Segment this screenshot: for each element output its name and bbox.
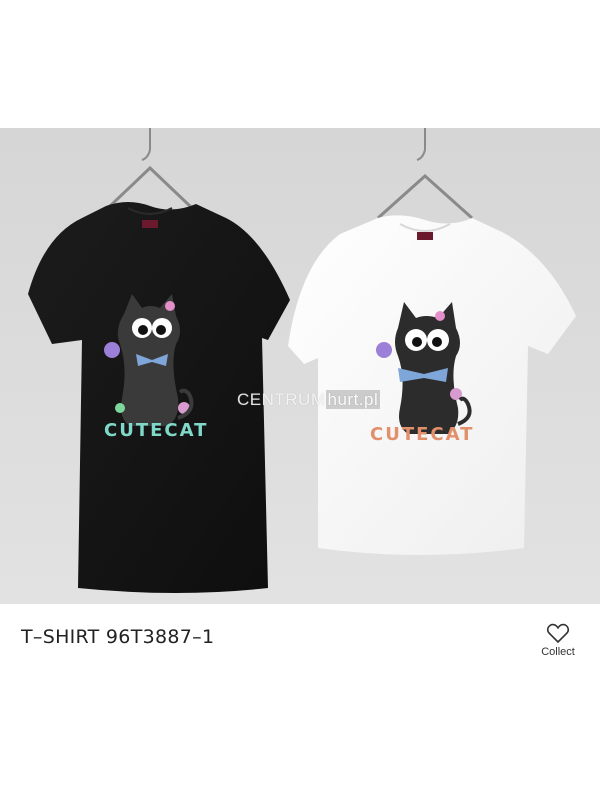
- collect-label: Collect: [541, 646, 575, 658]
- product-info-bar: T–SHIRT 96T3887–1 Collect: [0, 604, 600, 800]
- print-text-white: CUTECAT: [370, 424, 475, 445]
- heart-outline-icon: [546, 623, 570, 643]
- collect-button[interactable]: Collect: [533, 622, 583, 668]
- product-photo: [0, 128, 600, 604]
- watermark-accent: hurt.pl: [325, 390, 381, 409]
- product-title: T–SHIRT 96T3887–1: [21, 626, 215, 648]
- product-image[interactable]: CUTECAT CUTECAT CENTRUM hurt.pl: [0, 128, 600, 604]
- watermark: CENTRUM hurt.pl: [237, 390, 381, 410]
- top-blank-area: [0, 0, 600, 128]
- print-text-black: CUTECAT: [104, 420, 209, 441]
- watermark-main: CENTRUM: [237, 390, 326, 409]
